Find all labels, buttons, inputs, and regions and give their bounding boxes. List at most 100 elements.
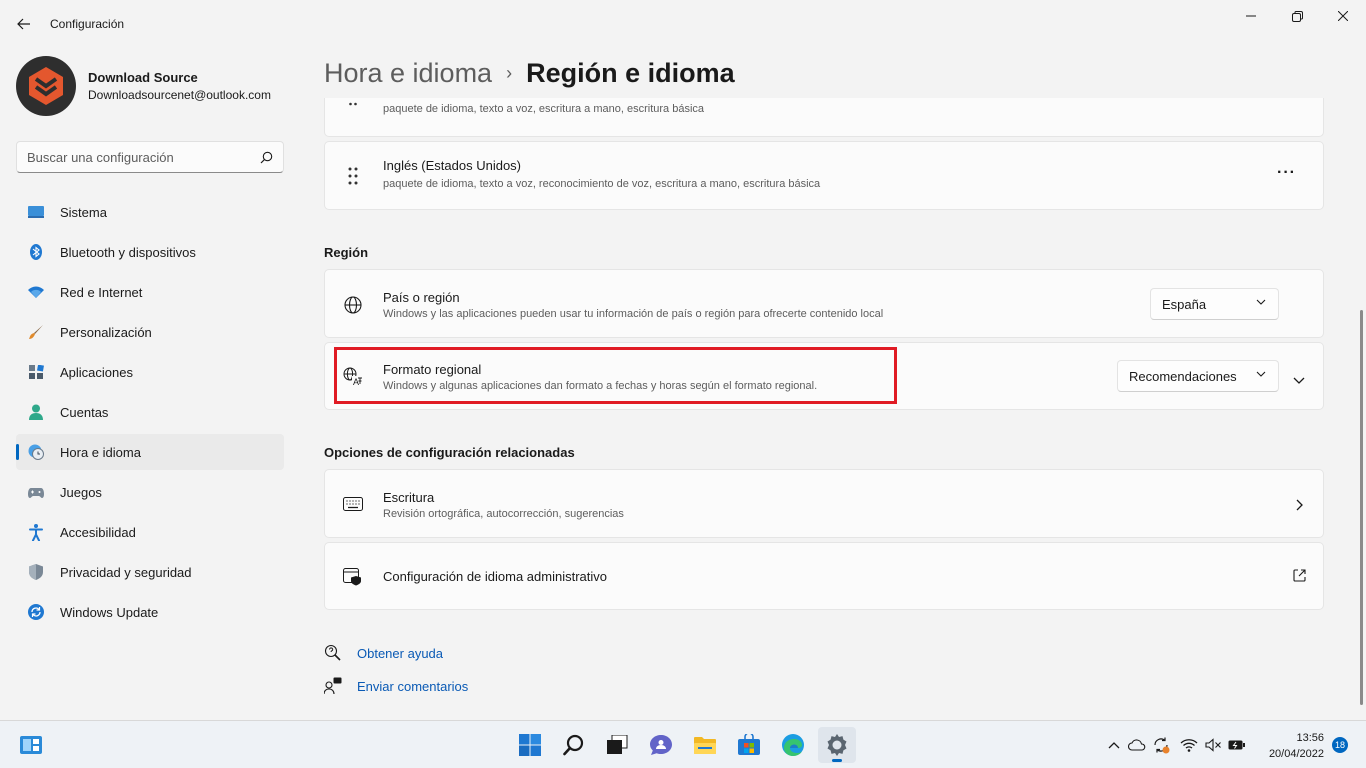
search-icon xyxy=(563,734,584,756)
admin-shield-icon xyxy=(343,567,363,587)
edge-button[interactable] xyxy=(774,727,812,763)
sidebar-item-label: Red e Internet xyxy=(60,284,143,300)
battery-charging-icon xyxy=(1228,740,1245,750)
chevron-down-icon xyxy=(1256,371,1266,377)
onedrive-tray-button[interactable] xyxy=(1127,735,1147,755)
sidebar-item-personalizacion[interactable]: Personalización xyxy=(16,314,284,350)
close-button[interactable] xyxy=(1320,4,1366,28)
sidebar-item-bluetooth[interactable]: Bluetooth y dispositivos xyxy=(16,234,284,270)
sidebar-item-label: Sistema xyxy=(60,204,107,220)
search-box[interactable] xyxy=(16,141,284,173)
account-icon xyxy=(28,404,44,420)
minimize-button[interactable] xyxy=(1228,4,1274,28)
language-card-partial[interactable]: paquete de idioma, texto a voz, escritur… xyxy=(324,98,1324,137)
battery-tray-button[interactable] xyxy=(1227,735,1247,755)
task-view-button[interactable] xyxy=(598,727,636,763)
bluetooth-icon xyxy=(28,244,44,260)
help-icon xyxy=(324,644,342,662)
back-button[interactable] xyxy=(12,12,36,36)
drag-handle-icon[interactable] xyxy=(343,166,363,186)
wifi-icon xyxy=(1180,739,1198,752)
admin-language-card[interactable]: Configuración de idioma administrativo xyxy=(324,542,1324,610)
section-region-label: Región xyxy=(324,245,369,260)
apps-icon xyxy=(28,364,44,380)
help-link-label[interactable]: Obtener ayuda xyxy=(357,646,443,661)
system-clock[interactable]: 13:56 20/04/2022 xyxy=(1252,730,1324,762)
restore-button[interactable] xyxy=(1274,4,1320,28)
start-button[interactable] xyxy=(511,727,549,763)
widgets-button[interactable] xyxy=(12,727,50,763)
sidebar-item-hora-idioma[interactable]: Hora e idioma xyxy=(16,434,284,470)
avatar xyxy=(16,56,76,116)
profile-name: Download Source xyxy=(88,70,198,85)
feedback-link[interactable]: Enviar comentarios xyxy=(324,677,468,695)
language-card-english[interactable]: Inglés (Estados Unidos) paquete de idiom… xyxy=(324,141,1324,210)
sidebar-item-cuentas[interactable]: Cuentas xyxy=(16,394,284,430)
chevron-right-icon xyxy=(1296,498,1303,516)
sidebar-item-juegos[interactable]: Juegos xyxy=(16,474,284,510)
store-button[interactable] xyxy=(730,727,768,763)
volume-tray-button[interactable] xyxy=(1203,735,1223,755)
shield-icon xyxy=(28,564,44,580)
country-dropdown[interactable]: España xyxy=(1150,288,1279,320)
wifi-icon xyxy=(28,284,44,300)
brush-icon xyxy=(28,324,44,340)
chevron-up-icon xyxy=(1108,741,1120,748)
breadcrumb-parent[interactable]: Hora e idioma xyxy=(324,58,492,89)
sidebar-item-label: Bluetooth y dispositivos xyxy=(60,244,196,260)
chevron-down-icon xyxy=(1256,299,1266,305)
more-options-button[interactable]: ··· xyxy=(1277,164,1296,182)
search-input[interactable] xyxy=(27,149,260,165)
help-link[interactable]: Obtener ayuda xyxy=(324,644,443,662)
sidebar-item-aplicaciones[interactable]: Aplicaciones xyxy=(16,354,284,390)
country-region-title: País o región xyxy=(383,290,460,305)
show-hidden-icons-button[interactable] xyxy=(1104,735,1124,755)
scrollbar[interactable] xyxy=(1360,310,1363,705)
language-name: Inglés (Estados Unidos) xyxy=(383,158,522,173)
sidebar-item-sistema[interactable]: Sistema xyxy=(16,194,284,230)
chat-button[interactable] xyxy=(642,727,680,763)
sidebar-item-accesibilidad[interactable]: Accesibilidad xyxy=(16,514,284,550)
sidebar-item-red[interactable]: Red e Internet xyxy=(16,274,284,310)
country-dropdown-value: España xyxy=(1162,296,1207,312)
file-explorer-icon xyxy=(694,737,716,754)
feedback-link-label[interactable]: Enviar comentarios xyxy=(357,679,468,694)
taskbar-search-button[interactable] xyxy=(555,727,593,763)
chevron-down-icon xyxy=(1293,377,1305,384)
task-view-icon xyxy=(607,735,628,754)
sync-icon xyxy=(1154,737,1170,754)
edge-icon xyxy=(782,734,804,756)
file-explorer-button[interactable] xyxy=(686,727,724,763)
regional-format-value: Recomendaciones xyxy=(1129,368,1237,384)
profile-email: Downloadsourcenet@outlook.com xyxy=(88,88,271,102)
update-icon xyxy=(28,604,44,620)
user-profile[interactable]: Download Source Downloadsourcenet@outloo… xyxy=(16,56,271,116)
notification-badge[interactable]: 18 xyxy=(1332,737,1348,753)
title-bar: Configuración xyxy=(0,0,1366,48)
settings-taskbar-button[interactable] xyxy=(818,727,856,763)
network-tray-button[interactable] xyxy=(1179,735,1199,755)
settings-icon xyxy=(827,734,847,756)
language-features: paquete de idioma, texto a voz, escritur… xyxy=(383,103,705,115)
store-icon xyxy=(738,734,760,755)
app-title: Configuración xyxy=(50,17,125,31)
arrow-left-icon xyxy=(17,18,30,30)
sync-tray-button[interactable] xyxy=(1151,735,1171,755)
regional-format-dropdown[interactable]: Recomendaciones xyxy=(1117,360,1279,392)
typing-card[interactable]: Escritura Revisión ortográfica, autocorr… xyxy=(324,469,1324,538)
restore-icon xyxy=(1291,10,1303,22)
widgets-icon xyxy=(20,736,42,754)
search-icon[interactable] xyxy=(260,151,273,164)
highlight-box xyxy=(334,347,897,404)
globe-icon xyxy=(343,295,363,315)
sidebar-item-label: Juegos xyxy=(60,484,102,500)
section-related-label: Opciones de configuración relacionadas xyxy=(324,445,575,460)
expand-chevron-button[interactable] xyxy=(1293,371,1305,389)
chat-icon xyxy=(650,735,672,755)
drag-handle-icon[interactable] xyxy=(343,98,363,110)
sidebar-item-windows-update[interactable]: Windows Update xyxy=(16,594,284,630)
language-features: paquete de idioma, texto a voz, reconoci… xyxy=(383,178,821,190)
sidebar-item-label: Accesibilidad xyxy=(60,524,136,540)
sidebar-item-privacidad[interactable]: Privacidad y seguridad xyxy=(16,554,284,590)
page-title: Región e idioma xyxy=(526,58,735,88)
